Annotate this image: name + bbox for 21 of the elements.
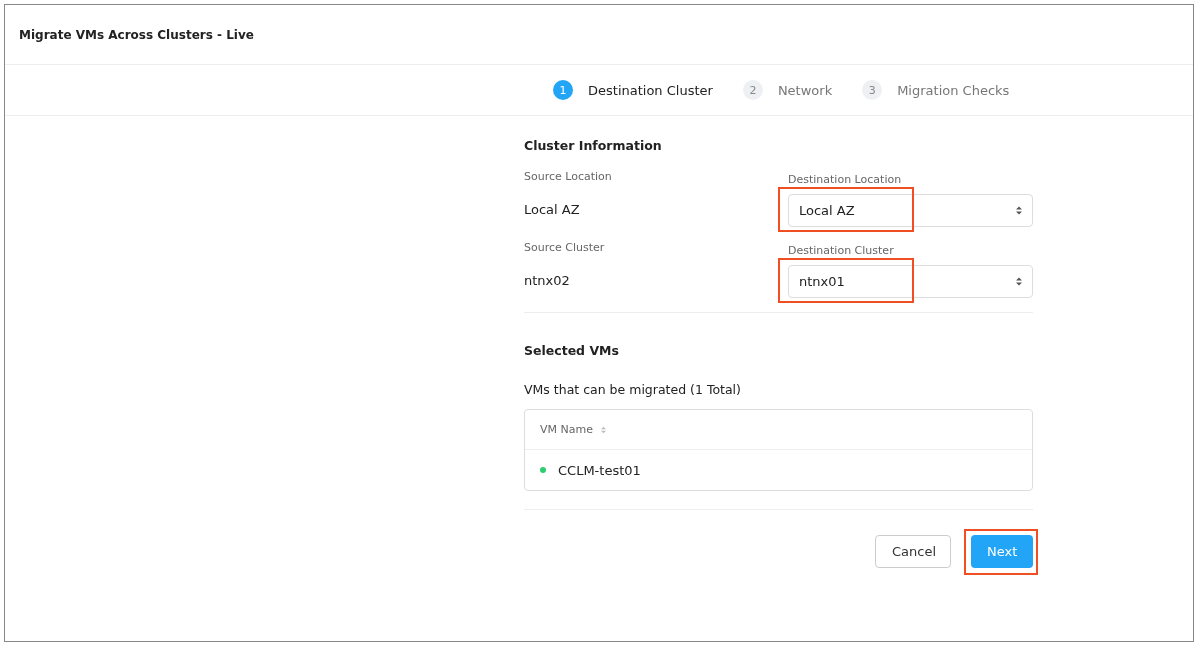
dropdown-field[interactable]: ntnx01	[788, 265, 1033, 298]
column-header[interactable]: VM Name	[540, 423, 606, 436]
field-label: Destination Location	[788, 173, 903, 186]
table-caption: VMs that can be migrated (1 Total)	[524, 382, 742, 397]
sort-icon	[600, 425, 606, 434]
field-label: Source Cluster	[524, 241, 606, 254]
table-cell: CCLM-test01	[558, 462, 641, 478]
caret-icon	[1016, 277, 1022, 286]
section-heading: Cluster Information	[524, 138, 663, 153]
section-heading: Selected VMs	[524, 343, 620, 358]
field-value: Local AZ	[524, 202, 581, 217]
wizard-step[interactable]: 2 Network	[742, 80, 833, 100]
dropdown-field[interactable]: Local AZ	[788, 194, 1033, 227]
field-label: Source Location	[524, 170, 613, 183]
field-label: Destination Cluster	[788, 244, 895, 257]
field-value: ntnx02	[524, 273, 571, 288]
window-title: Migrate VMs Across Clusters - Live	[19, 27, 254, 42]
wizard-step[interactable]: 1 Destination Cluster	[553, 80, 713, 100]
cancel-button[interactable]: Cancel	[875, 535, 951, 568]
wizard-step[interactable]: 3 Migration Checks	[862, 80, 1010, 100]
caret-icon	[1016, 206, 1022, 215]
